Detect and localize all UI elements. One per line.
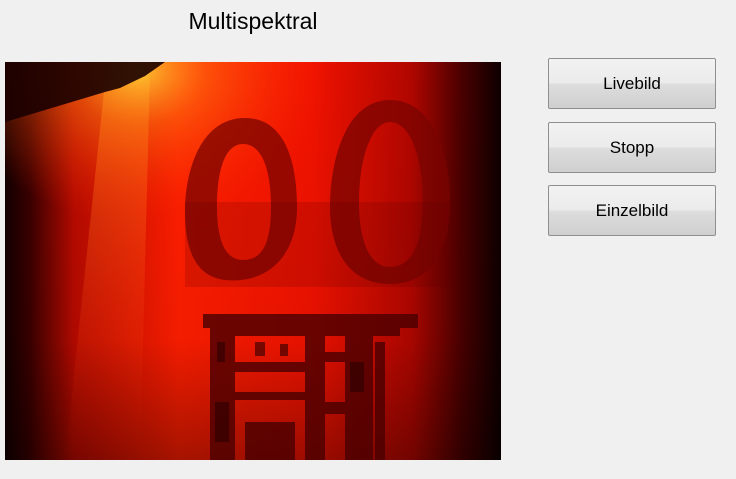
page-title: Multispektral (188, 8, 318, 34)
camera-image-view (5, 62, 501, 460)
livebild-button[interactable]: Livebild (548, 58, 716, 109)
stopp-button-label: Stopp (609, 137, 655, 157)
camera-image (5, 62, 501, 460)
stopp-button[interactable]: Stopp (548, 122, 716, 173)
livebild-button-label: Livebild (603, 73, 661, 93)
einzelbild-button[interactable]: Einzelbild (548, 185, 716, 236)
einzelbild-button-label: Einzelbild (595, 200, 669, 220)
